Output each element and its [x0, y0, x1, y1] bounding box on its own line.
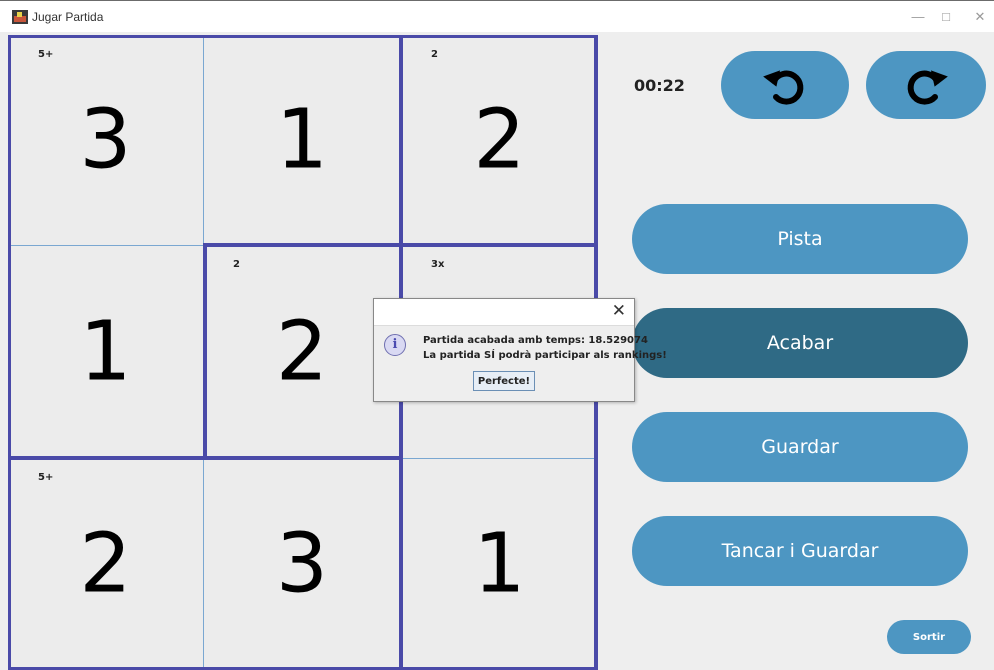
redo-button[interactable] [866, 51, 986, 119]
board-cell[interactable]: 1 [8, 245, 203, 458]
app-icon [12, 10, 28, 24]
cell-value: 1 [79, 304, 132, 399]
undo-icon [763, 70, 804, 105]
close-window-button[interactable]: ✕ [966, 7, 994, 27]
pista-button[interactable]: Pista [632, 204, 968, 274]
cell-value: 3 [275, 516, 329, 612]
cage-border [8, 456, 403, 460]
cage-label: 2 [233, 259, 240, 270]
cage-label: 5+ [38, 49, 54, 60]
dialog-titlebar: ✕ [374, 299, 634, 326]
dialog-close-button[interactable]: ✕ [612, 301, 626, 321]
board-cell[interactable]: 3 [203, 458, 401, 670]
cell-divider [203, 35, 204, 245]
cell-value: 2 [79, 516, 132, 612]
maximize-button[interactable]: □ [932, 7, 960, 27]
board-cell[interactable]: 5+ 2 [8, 458, 203, 670]
cell-divider [8, 245, 203, 246]
timer-display: 00:22 [634, 76, 685, 95]
cell-value: 1 [275, 92, 329, 188]
cage-border [399, 35, 403, 245]
cell-value: 2 [473, 92, 526, 188]
cage-label: 3x [431, 259, 445, 270]
board-cell[interactable]: 1 [401, 458, 598, 670]
minimize-button[interactable]: — [904, 7, 932, 27]
undo-button[interactable] [721, 51, 849, 119]
cage-border [8, 35, 598, 38]
cage-border [8, 35, 11, 670]
guardar-button[interactable]: Guardar [632, 412, 968, 482]
acabar-button[interactable]: Acabar [632, 308, 968, 378]
sortir-button[interactable]: Sortir [887, 620, 971, 654]
game-finished-dialog: ✕ i Partida acabada amb temps: 18.529074… [373, 298, 667, 402]
dialog-message-time: Partida acabada amb temps: 18.529074 [423, 335, 648, 346]
cell-value: 2 [275, 304, 329, 399]
info-icon: i [384, 334, 406, 356]
board-cell[interactable]: 2 2 [401, 35, 598, 245]
window-titlebar: Jugar Partida — □ ✕ [0, 0, 994, 32]
cell-value: 3 [79, 92, 132, 188]
cage-label: 5+ [38, 472, 54, 483]
cell-divider [203, 458, 204, 670]
cell-value: 1 [473, 516, 526, 612]
dialog-message-ranking: La partida SÍ podrà participar als ranki… [423, 350, 667, 361]
redo-icon [907, 70, 948, 105]
board-cell[interactable]: 5+ 3 [8, 35, 203, 245]
board-cell[interactable]: 2 2 [203, 245, 401, 458]
board-cell[interactable]: 1 [203, 35, 401, 245]
cage-border [203, 243, 207, 459]
cell-divider [401, 458, 598, 459]
perfecte-button[interactable]: Perfecte! [473, 371, 535, 391]
window-title: Jugar Partida [32, 10, 104, 24]
tancar-guardar-button[interactable]: Tancar i Guardar [632, 516, 968, 586]
cage-label: 2 [431, 49, 438, 60]
